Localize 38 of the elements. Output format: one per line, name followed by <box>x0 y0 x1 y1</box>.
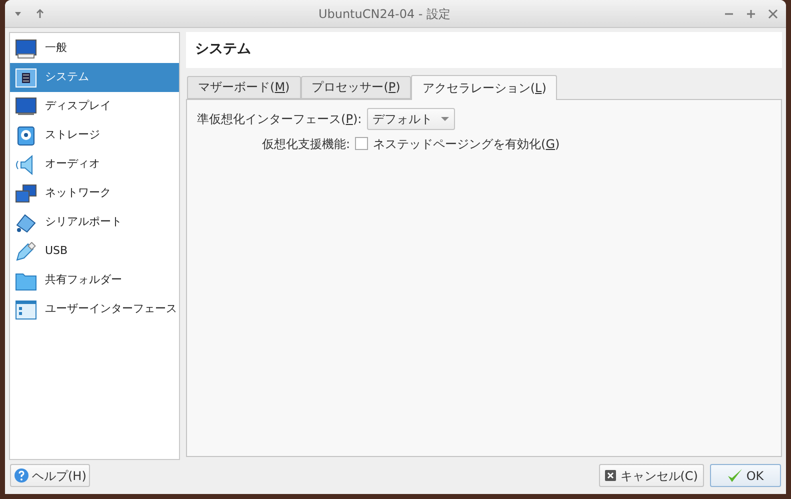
window-layout-icon <box>15 300 37 320</box>
sidebar-item[interactable]: シリアルポート <box>10 208 179 237</box>
close-icon[interactable] <box>768 8 778 18</box>
sidebar-item[interactable]: 一般 <box>10 34 179 63</box>
cancel-button[interactable]: キャンセル(C) <box>599 464 704 487</box>
tab[interactable]: プロセッサー(P) <box>300 76 412 99</box>
checkmark-icon <box>727 468 744 483</box>
field-label: 準仮想化インターフェース(P): <box>197 110 362 128</box>
sidebar-item[interactable]: ディスプレイ <box>10 92 179 121</box>
network-icon <box>15 184 37 204</box>
close-icon <box>605 470 616 481</box>
ok-button[interactable]: OK <box>710 464 781 487</box>
sidebar-item[interactable]: システム <box>10 63 179 92</box>
page-title: システム <box>195 40 251 60</box>
sidebar-item[interactable]: ユーザーインターフェース <box>10 295 179 324</box>
sidebar-item[interactable]: 共有フォルダー <box>10 266 179 295</box>
serial-port-icon <box>15 212 37 232</box>
display-icon <box>15 96 37 116</box>
checkbox[interactable] <box>355 137 368 150</box>
tab[interactable]: アクセラレーション(L) <box>411 74 558 100</box>
window-title: UbuntuCN24-04 - 設定 <box>317 6 452 22</box>
checkbox-label: ネステッドページングを有効化(G) <box>373 136 560 153</box>
sidebar-item[interactable]: ネットワーク <box>10 179 179 208</box>
help-icon <box>14 468 29 483</box>
monitor-icon <box>15 38 37 58</box>
maximize-icon[interactable] <box>746 8 756 18</box>
tab[interactable]: マザーボード(M) <box>187 76 301 99</box>
caret-icon <box>440 116 449 122</box>
sidebar-item[interactable]: オーディオ <box>10 150 179 179</box>
sidebar-item[interactable]: USB <box>10 237 179 266</box>
sidebar-item[interactable]: ストレージ <box>10 121 179 150</box>
arrow-up-icon[interactable] <box>35 8 45 18</box>
folder-icon <box>15 270 37 290</box>
chip-icon <box>15 68 37 88</box>
usb-icon <box>15 242 37 262</box>
field-label: 仮想化支援機能: <box>262 136 350 153</box>
paravirt-dropdown[interactable]: デフォルト <box>366 108 455 130</box>
help-button[interactable]: ヘルプ(H) <box>10 464 90 487</box>
